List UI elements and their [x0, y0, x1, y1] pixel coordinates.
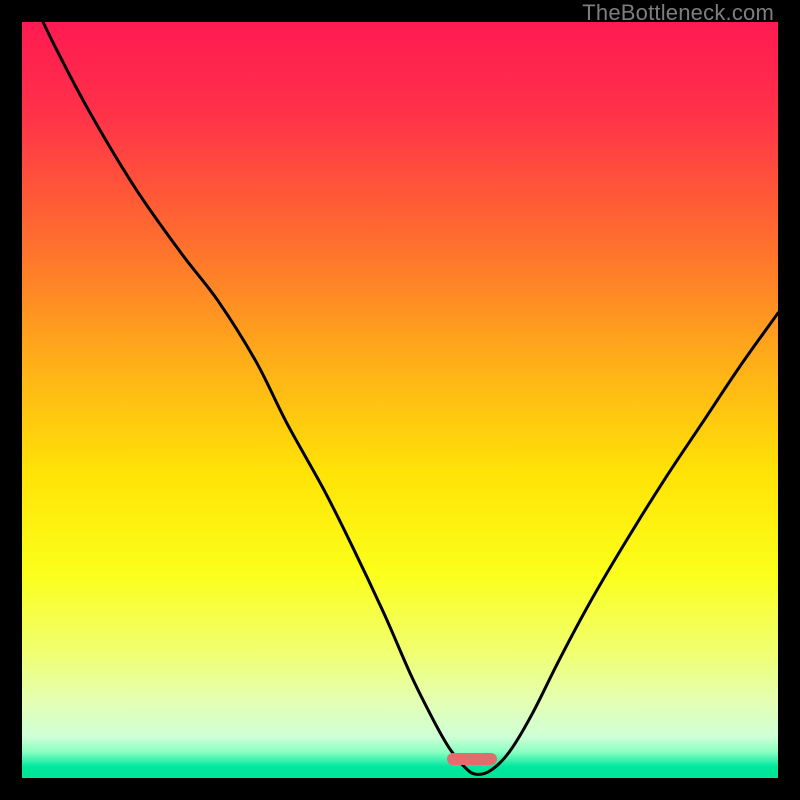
watermark-text: TheBottleneck.com [582, 0, 774, 26]
optimal-marker [447, 753, 497, 765]
gradient-background [22, 22, 778, 778]
chart-frame [22, 22, 778, 778]
chart-svg [22, 22, 778, 778]
